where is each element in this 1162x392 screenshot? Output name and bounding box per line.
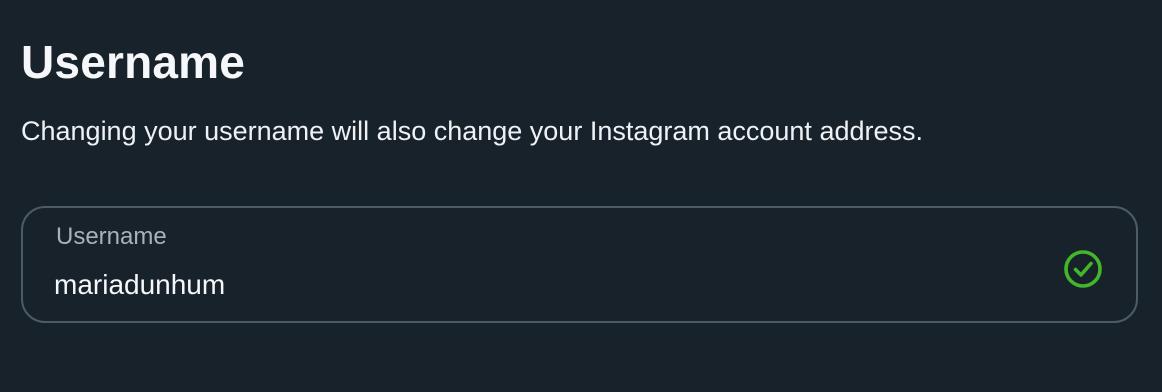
check-circle-icon <box>1064 250 1102 288</box>
username-input[interactable] <box>54 264 1004 306</box>
username-field-label: Username <box>56 223 167 250</box>
username-description: Changing your username will also change … <box>21 116 923 146</box>
username-settings-panel: Username Changing your username will als… <box>0 0 1162 392</box>
username-field[interactable]: Username <box>21 206 1138 323</box>
page-title: Username <box>21 36 246 88</box>
